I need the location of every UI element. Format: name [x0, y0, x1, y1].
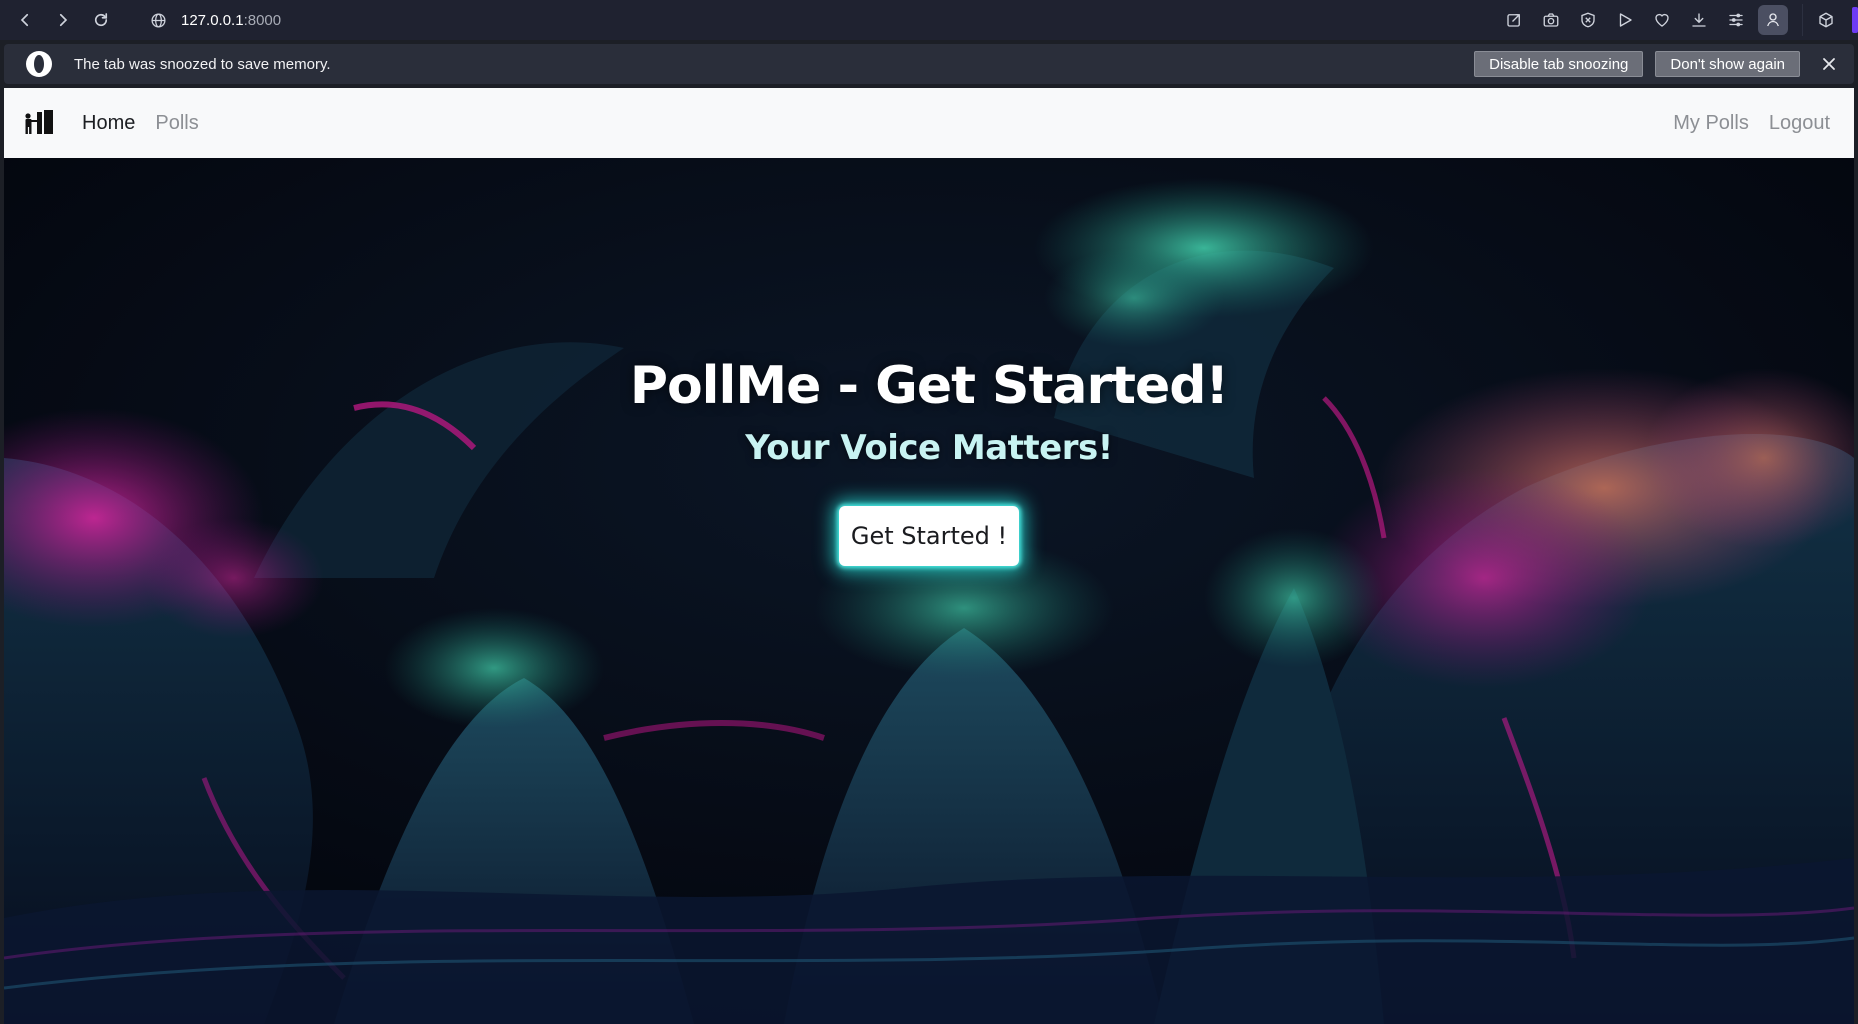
reload-icon	[94, 13, 108, 27]
poll-logo-icon[interactable]	[24, 110, 54, 136]
globe-icon	[151, 12, 166, 28]
browser-tools	[1495, 0, 1858, 40]
easy-setup-button[interactable]	[1717, 0, 1754, 40]
site-navbar: Home Polls My Polls Logout	[4, 88, 1854, 158]
downloads-button[interactable]	[1680, 0, 1717, 40]
adblock-button[interactable]	[1569, 0, 1606, 40]
extensions-cube-icon	[1818, 12, 1833, 28]
url-host: 127.0.0.1	[181, 11, 244, 29]
close-infobar-button[interactable]	[1816, 51, 1842, 77]
disable-tab-snoozing-button[interactable]: Disable tab snoozing	[1474, 51, 1644, 77]
play-icon	[1619, 13, 1632, 27]
extensions-button[interactable]	[1807, 0, 1844, 40]
address-field[interactable]: 127.0.0.1:8000	[150, 12, 281, 29]
heart-icon	[1654, 13, 1669, 27]
download-icon	[1691, 13, 1706, 27]
profile-button[interactable]	[1758, 5, 1788, 35]
url-text: 127.0.0.1:8000	[181, 12, 281, 29]
snooze-message: The tab was snoozed to save memory.	[74, 55, 331, 73]
profile-icon	[1767, 13, 1779, 27]
chevron-right-icon	[59, 13, 68, 27]
navbar-right: My Polls Logout	[1653, 88, 1830, 158]
browser-toolbar: 127.0.0.1:8000	[0, 0, 1858, 40]
nav-logout-link[interactable]: Logout	[1769, 112, 1830, 135]
url-port: :8000	[243, 11, 282, 29]
hero-section: PollMe - Get Started! Your Voice Matters…	[4, 158, 1854, 1024]
nav-polls-link[interactable]: Polls	[155, 112, 198, 135]
nav-home-link[interactable]: Home	[82, 112, 135, 135]
hero-content: PollMe - Get Started! Your Voice Matters…	[4, 158, 1854, 1024]
snapshot-share-icon	[1506, 14, 1520, 27]
get-started-button[interactable]: Get Started !	[839, 506, 1019, 566]
camera-button[interactable]	[1532, 0, 1569, 40]
dont-show-again-button[interactable]: Don't show again	[1655, 51, 1800, 77]
page-viewport: Home Polls My Polls Logout PollMe - Get …	[4, 88, 1854, 1024]
back-button[interactable]	[6, 1, 44, 39]
shield-icon	[1580, 12, 1595, 28]
easy-setup-icon	[1728, 13, 1743, 27]
forward-button[interactable]	[44, 1, 82, 39]
camera-icon	[1543, 13, 1558, 27]
bookmarks-button[interactable]	[1643, 0, 1680, 40]
chevron-left-icon	[20, 13, 29, 27]
sidebar-accent-strip	[1852, 7, 1858, 33]
toolbar-divider	[1802, 4, 1803, 36]
snapshot-share-button[interactable]	[1495, 0, 1532, 40]
snooze-actions: Disable tab snoozing Don't show again	[1474, 44, 1842, 84]
close-icon	[1823, 58, 1835, 70]
tab-snoozed-infobar: The tab was snoozed to save memory. Disa…	[4, 44, 1854, 84]
hero-title: PollMe - Get Started!	[629, 356, 1229, 416]
nav-my-polls-link[interactable]: My Polls	[1673, 112, 1749, 135]
player-button[interactable]	[1606, 0, 1643, 40]
reload-button[interactable]	[82, 1, 120, 39]
hero-subtitle: Your Voice Matters!	[745, 428, 1113, 468]
opera-logo-icon	[26, 51, 52, 77]
